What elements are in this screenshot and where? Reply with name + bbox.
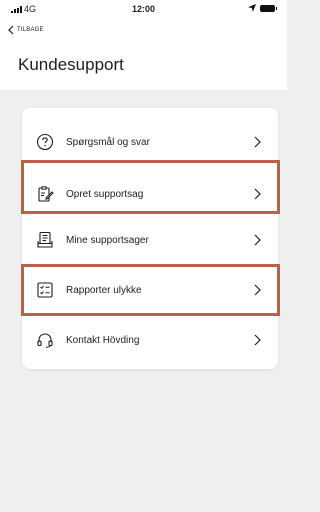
clipboard-edit-icon xyxy=(35,184,55,204)
menu-item-label: Spørgsmål og svar xyxy=(66,136,150,148)
menu-item-label: Mine supportsager xyxy=(66,234,149,246)
chevron-right-icon xyxy=(254,136,261,148)
status-right xyxy=(248,4,277,12)
status-bar: 4G 12:00 xyxy=(0,0,287,20)
header: 4G 12:00 TILBAGE Kundesupport xyxy=(0,0,287,90)
support-menu-card: Spørgsmål og svar Opret supportsag Mine … xyxy=(22,108,278,369)
battery-icon xyxy=(260,4,277,12)
chevron-right-icon xyxy=(254,234,261,246)
menu-item-report-accident[interactable]: Rapporter ulykke xyxy=(22,264,278,316)
document-stack-icon xyxy=(35,230,55,250)
headset-icon xyxy=(35,330,55,350)
chevron-right-icon xyxy=(254,334,261,346)
menu-item-create-case[interactable]: Opret supportsag xyxy=(22,168,278,220)
clock: 12:00 xyxy=(131,4,156,14)
checklist-icon xyxy=(35,280,55,300)
menu-item-my-cases[interactable]: Mine supportsager xyxy=(22,214,278,266)
question-circle-icon xyxy=(35,132,55,152)
menu-item-faq[interactable]: Spørgsmål og svar xyxy=(22,116,278,168)
chevron-left-icon xyxy=(8,25,14,35)
menu-item-label: Rapporter ulykke xyxy=(66,284,142,296)
back-label: TILBAGE xyxy=(17,27,44,33)
location-arrow-icon xyxy=(248,4,256,12)
menu-item-label: Opret supportsag xyxy=(66,188,144,200)
back-button[interactable]: TILBAGE xyxy=(7,25,44,35)
menu-item-contact[interactable]: Kontakt Hövding xyxy=(22,314,278,366)
menu-item-label: Kontakt Hövding xyxy=(66,334,140,346)
page-title: Kundesupport xyxy=(18,55,124,74)
chevron-right-icon xyxy=(254,188,261,200)
chevron-right-icon xyxy=(254,284,261,296)
